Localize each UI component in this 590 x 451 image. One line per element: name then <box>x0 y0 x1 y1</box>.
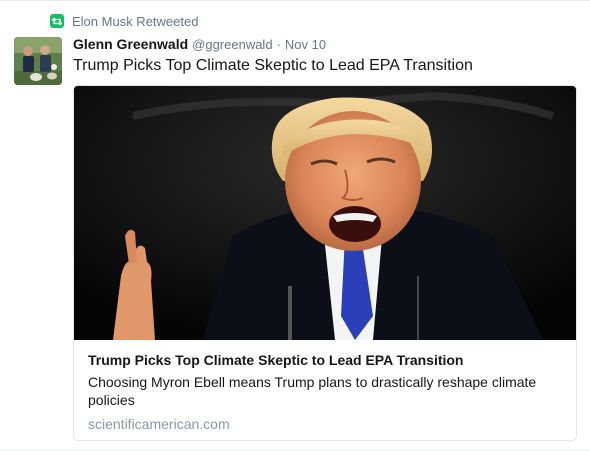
tweet-header: Glenn Greenwald @ggreenwald · Nov 10 <box>73 36 326 54</box>
author-name[interactable]: Glenn Greenwald <box>73 36 188 52</box>
avatar[interactable] <box>14 37 62 85</box>
author-handle[interactable]: @ggreenwald <box>192 37 272 52</box>
card-title[interactable]: Trump Picks Top Climate Skeptic to Lead … <box>88 351 562 369</box>
tweet-timestamp[interactable]: Nov 10 <box>285 37 326 52</box>
separator-dot: · <box>276 37 281 52</box>
tweet-text: Trump Picks Top Climate Skeptic to Lead … <box>73 57 473 74</box>
card-domain: scientificamerican.com <box>88 416 230 432</box>
retweet-context-text[interactable]: Elon Musk Retweeted <box>72 14 198 29</box>
link-card[interactable]: Trump Picks Top Climate Skeptic to Lead … <box>73 85 577 441</box>
card-description: Choosing Myron Ebell means Trump plans t… <box>88 374 537 408</box>
retweet-context: Elon Musk Retweeted <box>50 11 198 31</box>
card-body[interactable]: Trump Picks Top Climate Skeptic to Lead … <box>74 340 576 433</box>
tweet[interactable]: Elon Musk Retweeted Glenn Greenwald @ggr… <box>0 0 590 451</box>
retweet-icon <box>50 14 64 28</box>
card-image[interactable] <box>74 86 576 340</box>
